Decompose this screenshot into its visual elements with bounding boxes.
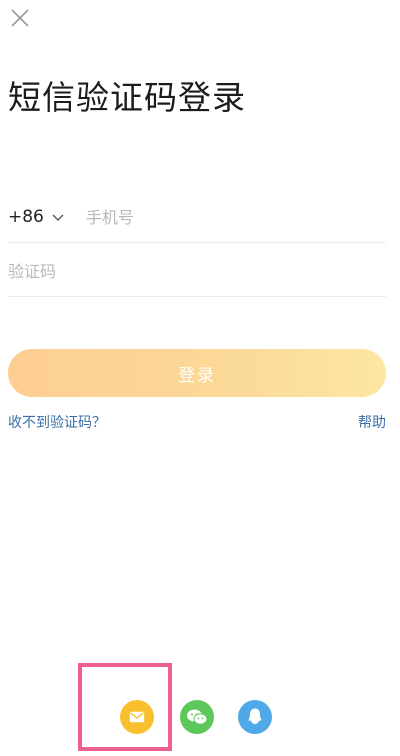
close-icon <box>11 9 29 27</box>
link-row: 收不到验证码？ 帮助 <box>8 412 386 432</box>
code-row <box>8 246 386 297</box>
phone-row: +86 <box>8 192 386 243</box>
verification-code-input[interactable] <box>8 261 378 281</box>
close-button[interactable] <box>8 6 32 30</box>
code-not-received-link[interactable]: 收不到验证码？ <box>8 412 106 432</box>
email-login-button[interactable] <box>120 700 154 734</box>
page-title: 短信验证码登录 <box>8 78 246 117</box>
login-button[interactable]: 登录 <box>8 349 386 397</box>
email-icon <box>129 711 145 723</box>
country-code-selector[interactable]: +86 <box>8 192 64 242</box>
country-code-label: +86 <box>8 207 44 227</box>
wechat-login-button[interactable] <box>180 700 214 734</box>
phone-number-input[interactable] <box>85 207 346 227</box>
help-link[interactable]: 帮助 <box>358 412 386 432</box>
wechat-icon <box>187 709 208 725</box>
qq-login-button[interactable] <box>238 700 272 734</box>
chevron-down-icon <box>52 214 64 221</box>
qq-icon <box>248 708 262 724</box>
